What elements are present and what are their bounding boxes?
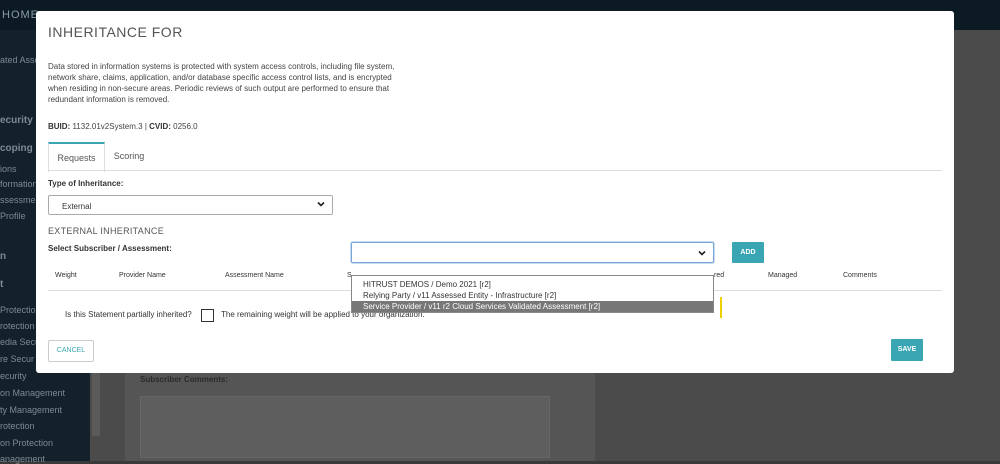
sidebar-item[interactable]: coping bbox=[0, 143, 33, 154]
cvid-value: 0256.0 bbox=[173, 122, 198, 131]
sidebar-item[interactable]: rotection bbox=[0, 421, 35, 431]
sidebar-item[interactable]: edia Secu bbox=[0, 337, 40, 347]
inheritance-modal: INHERITANCE FOR Data stored in informati… bbox=[36, 11, 954, 373]
type-of-inheritance-value: External bbox=[62, 202, 92, 211]
sidebar-item[interactable]: ecurity bbox=[0, 371, 27, 381]
buid-label: BUID: bbox=[48, 122, 71, 131]
statement-ids: BUID: 1132.01v2System.3 | CVID: 0256.0 bbox=[48, 122, 198, 131]
sidebar-item[interactable]: on Management bbox=[0, 388, 65, 398]
tab-requests[interactable]: Requests bbox=[48, 142, 105, 172]
buid-value: 1132.01v2System.3 bbox=[72, 122, 143, 131]
type-of-inheritance-select[interactable]: External bbox=[48, 195, 333, 215]
external-inheritance-heading: EXTERNAL INHERITANCE bbox=[48, 226, 165, 236]
save-button[interactable]: SAVE bbox=[891, 339, 923, 361]
dropdown-option-highlighted[interactable]: Service Provider / v11 r2 Cloud Services… bbox=[352, 301, 713, 312]
dropdown-option[interactable]: Relying Party / v11 Assessed Entity - In… bbox=[352, 290, 713, 301]
sidebar-item[interactable]: t bbox=[0, 279, 3, 290]
sidebar-item[interactable]: ated Asse bbox=[0, 55, 40, 65]
sidebar-item[interactable]: Protectio bbox=[0, 305, 36, 315]
dropdown-option[interactable]: HITRUST DEMOS / Demo 2021 [r2] bbox=[352, 279, 713, 290]
partial-inheritance-checkbox[interactable] bbox=[201, 309, 214, 322]
sidebar-item[interactable]: anagement bbox=[0, 454, 45, 464]
subscriber-comments-textarea bbox=[140, 396, 550, 458]
chevron-down-icon bbox=[317, 201, 325, 207]
column-header-provider-name: Provider Name bbox=[119, 272, 166, 279]
subscriber-assessment-select[interactable] bbox=[351, 242, 714, 263]
sidebar-item[interactable]: ions bbox=[0, 164, 17, 174]
tab-divider bbox=[48, 170, 942, 171]
subscriber-comments-label: Subscriber Comments: bbox=[140, 375, 229, 384]
partial-inheritance-label: Is this Statement partially inherited? bbox=[65, 310, 192, 319]
statement-description: Data stored in information systems is pr… bbox=[48, 62, 395, 104]
sidebar-item[interactable]: re Secur bbox=[0, 354, 34, 364]
chevron-down-icon bbox=[698, 250, 706, 256]
highlight-marker bbox=[720, 297, 722, 318]
sidebar-item[interactable]: rotection bbox=[0, 321, 35, 331]
sidebar-item[interactable]: ty Management bbox=[0, 405, 62, 415]
column-header-weight: Weight bbox=[55, 272, 77, 279]
sidebar-item[interactable]: formation bbox=[0, 179, 38, 189]
cancel-button[interactable]: CANCEL bbox=[48, 340, 94, 362]
cvid-label: CVID: bbox=[149, 122, 171, 131]
sidebar-item[interactable]: n bbox=[0, 251, 6, 262]
id-separator: | bbox=[144, 122, 147, 131]
home-nav-link[interactable]: HOME bbox=[2, 9, 39, 21]
modal-title: INHERITANCE FOR bbox=[48, 24, 183, 40]
type-of-inheritance-label: Type of Inheritance: bbox=[48, 179, 124, 188]
column-header-comments: Comments bbox=[843, 272, 877, 279]
sidebar-item[interactable]: on Protection bbox=[0, 438, 53, 448]
sidebar-item[interactable]: ecurity bbox=[0, 115, 33, 126]
column-header-partial-right: red bbox=[714, 272, 725, 279]
column-header-assessment-name: Assessment Name bbox=[225, 272, 284, 279]
column-header-managed: Managed bbox=[768, 272, 798, 279]
subscriber-assessment-dropdown: HITRUST DEMOS / Demo 2021 [r2] Relying P… bbox=[351, 275, 714, 313]
tab-scoring[interactable]: Scoring bbox=[108, 142, 150, 170]
sidebar-item[interactable]: ssessmen bbox=[0, 195, 41, 205]
add-button[interactable]: ADD bbox=[732, 242, 764, 263]
subscriber-assessment-label: Select Subscriber / Assessment: bbox=[48, 244, 172, 253]
sidebar-item[interactable]: Profile bbox=[0, 211, 26, 221]
